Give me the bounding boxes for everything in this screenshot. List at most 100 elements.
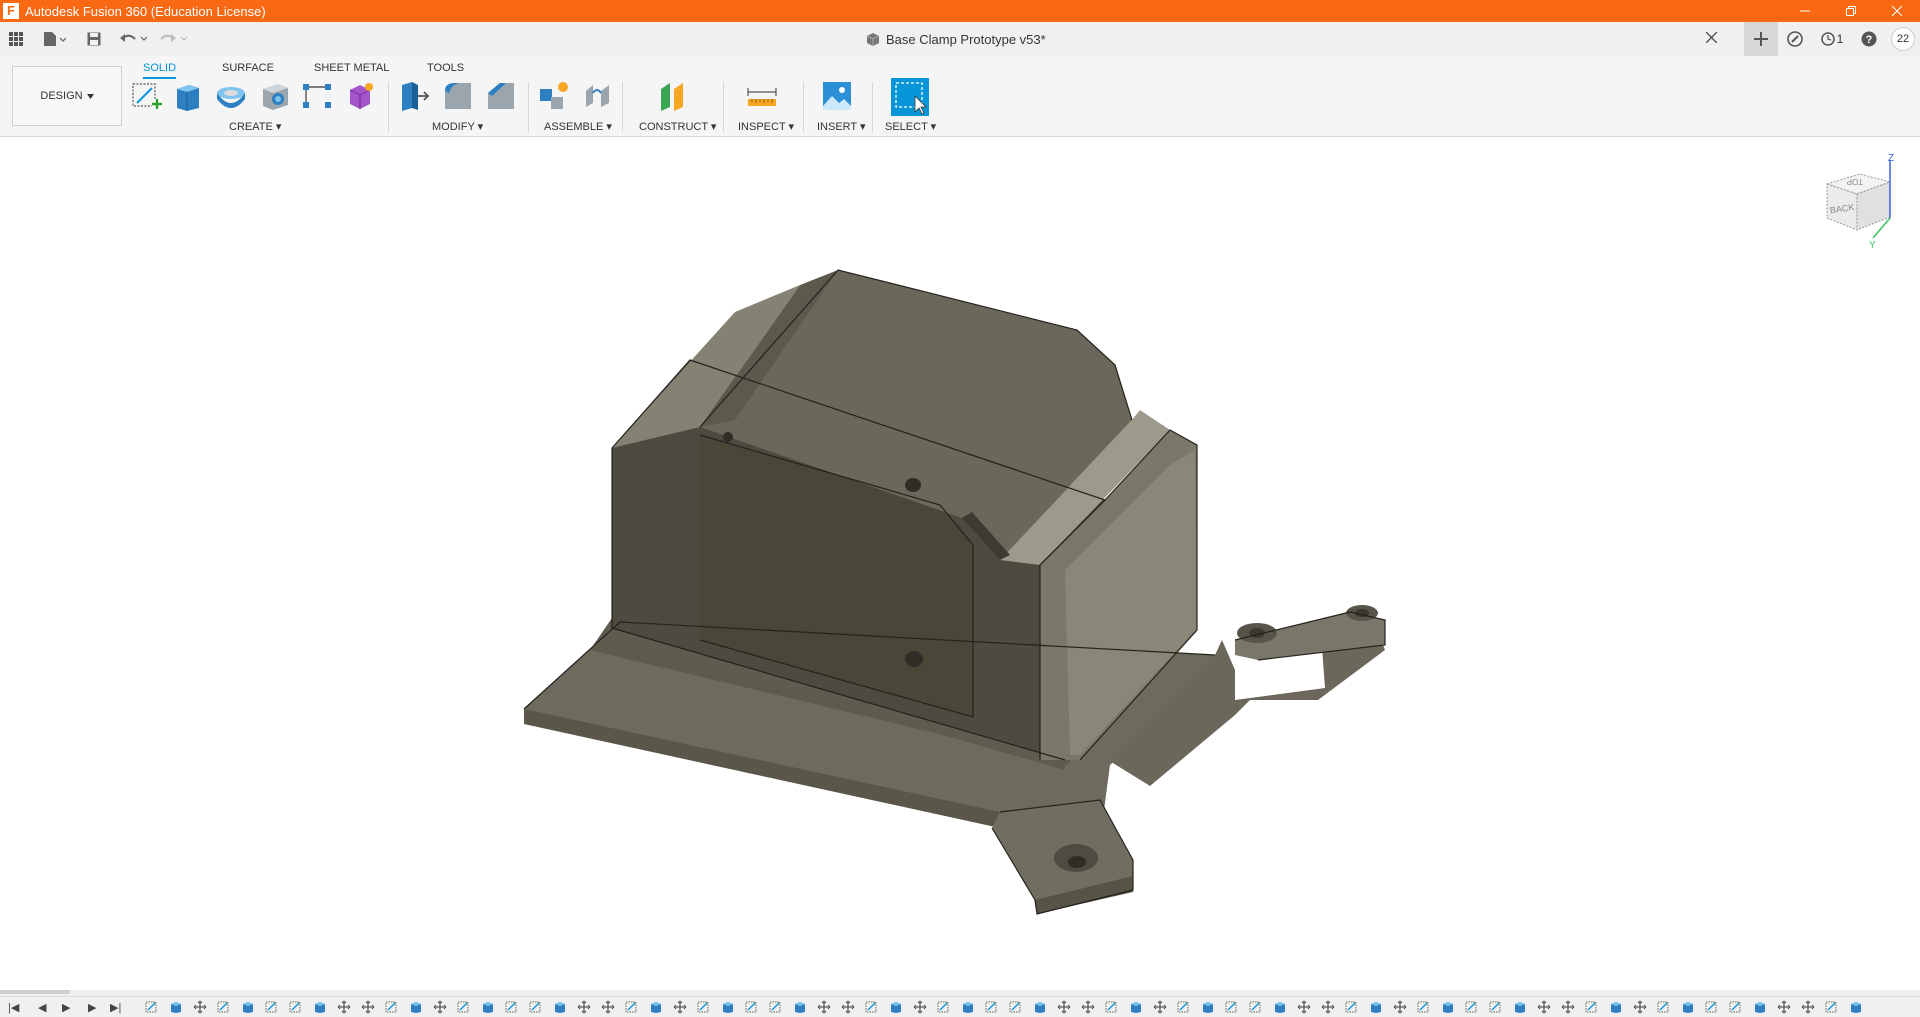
timeline-feature-extrude-icon[interactable] [409,1000,423,1014]
timeline-feature-extrude-icon[interactable] [649,1000,663,1014]
select-menu[interactable]: SELECT ▾ [885,120,936,133]
timeline-feature-extrude-icon[interactable] [241,1000,255,1014]
timeline-feature-move-icon[interactable] [1393,1000,1407,1014]
create-sketch-icon[interactable] [130,79,164,113]
timeline-play-button[interactable]: ▶ [62,1001,70,1014]
extensions-button[interactable] [1778,22,1812,56]
timeline-feature-move-icon[interactable] [1777,1000,1791,1014]
timeline-feature-move-icon[interactable] [1297,1000,1311,1014]
document-tab[interactable]: Base Clamp Prototype v53* [866,30,1046,48]
timeline-feature-sketch-icon[interactable] [937,1000,951,1014]
redo-button[interactable] [158,29,188,49]
timeline-feature-extrude-icon[interactable] [1753,1000,1767,1014]
timeline-feature-move-icon[interactable] [1561,1000,1575,1014]
timeline-feature-sketch-icon[interactable] [1825,1000,1839,1014]
timeline-step-forward-button[interactable]: ▶ [88,1001,96,1014]
timeline-feature-move-icon[interactable] [1801,1000,1815,1014]
timeline-feature-sketch-icon[interactable] [1105,1000,1119,1014]
timeline-feature-sketch-icon[interactable] [289,1000,303,1014]
timeline-feature-sketch-icon[interactable] [1705,1000,1719,1014]
insert-menu[interactable]: INSERT ▾ [817,120,866,133]
view-cube[interactable]: TOP BACK Z Y [1815,152,1905,252]
timeline-feature-extrude-icon[interactable] [553,1000,567,1014]
minimize-button[interactable] [1782,0,1828,22]
undo-button[interactable] [118,29,148,49]
extrude-icon[interactable] [171,79,205,113]
inspect-menu[interactable]: INSPECT ▾ [738,120,794,133]
3d-viewport[interactable]: TOP BACK Z Y [0,137,1920,990]
timeline-feature-sketch-icon[interactable] [1585,1000,1599,1014]
timeline-feature-sketch-icon[interactable] [1345,1000,1359,1014]
new-component-icon[interactable] [537,79,571,113]
timeline-feature-extrude-icon[interactable] [1369,1000,1383,1014]
close-window-button[interactable] [1874,0,1920,22]
new-tab-button[interactable] [1744,22,1778,56]
timeline-feature-move-icon[interactable] [913,1000,927,1014]
timeline-feature-sketch-icon[interactable] [385,1000,399,1014]
tab-solid[interactable]: SOLID [143,59,177,79]
tab-sheet-metal[interactable]: SHEET METAL [314,59,389,79]
offset-plane-icon[interactable] [656,79,690,113]
timeline-feature-extrude-icon[interactable] [1609,1000,1623,1014]
timeline-feature-move-icon[interactable] [361,1000,375,1014]
timeline-feature-move-icon[interactable] [817,1000,831,1014]
timeline-feature-move-icon[interactable] [1081,1000,1095,1014]
timeline-feature-extrude-icon[interactable] [1513,1000,1527,1014]
timeline-feature-extrude-icon[interactable] [481,1000,495,1014]
timeline-feature-move-icon[interactable] [1633,1000,1647,1014]
hole-icon[interactable] [258,79,292,113]
timeline-feature-sketch-icon[interactable] [529,1000,543,1014]
save-button[interactable] [84,29,104,49]
create-form-icon[interactable] [343,79,377,113]
timeline-feature-move-icon[interactable] [673,1000,687,1014]
timeline-feature-move-icon[interactable] [601,1000,615,1014]
timeline-feature-move-icon[interactable] [1057,1000,1071,1014]
timeline-feature-sketch-icon[interactable] [697,1000,711,1014]
file-menu-button[interactable] [38,29,70,49]
timeline-feature-move-icon[interactable] [1153,1000,1167,1014]
modify-menu[interactable]: MODIFY ▾ [432,120,483,133]
timeline-feature-sketch-icon[interactable] [1657,1000,1671,1014]
timeline-go-end-button[interactable]: ▶| [110,1001,121,1014]
timeline-feature-sketch-icon[interactable] [265,1000,279,1014]
timeline-feature-extrude-icon[interactable] [721,1000,735,1014]
timeline-feature-move-icon[interactable] [577,1000,591,1014]
timeline-feature-sketch-icon[interactable] [745,1000,759,1014]
timeline-feature-extrude-icon[interactable] [793,1000,807,1014]
timeline-feature-move-icon[interactable] [193,1000,207,1014]
timeline-feature-sketch-icon[interactable] [1225,1000,1239,1014]
assemble-menu[interactable]: ASSEMBLE ▾ [544,120,612,133]
timeline-feature-sketch-icon[interactable] [769,1000,783,1014]
restore-button[interactable] [1828,0,1874,22]
timeline-feature-move-icon[interactable] [433,1000,447,1014]
timeline-feature-extrude-icon[interactable] [1033,1000,1047,1014]
pattern-icon[interactable] [300,79,334,113]
tab-tools[interactable]: TOOLS [427,59,464,79]
timeline-feature-sketch-icon[interactable] [457,1000,471,1014]
timeline-feature-extrude-icon[interactable] [1681,1000,1695,1014]
tab-surface[interactable]: SURFACE [222,59,274,79]
timeline-feature-sketch-icon[interactable] [1489,1000,1503,1014]
timeline-feature-sketch-icon[interactable] [1009,1000,1023,1014]
timeline-feature-move-icon[interactable] [1321,1000,1335,1014]
timeline-feature-extrude-icon[interactable] [169,1000,183,1014]
create-menu[interactable]: CREATE ▾ [229,120,281,133]
timeline-feature-extrude-icon[interactable] [1849,1000,1863,1014]
joint-icon[interactable] [581,79,615,113]
timeline-feature-move-icon[interactable] [841,1000,855,1014]
press-pull-icon[interactable] [398,79,432,113]
workspace-switcher[interactable]: DESIGN [12,66,122,126]
timeline-feature-move-icon[interactable] [337,1000,351,1014]
base-clamp-model[interactable] [523,269,1386,915]
revolve-icon[interactable] [214,79,248,113]
insert-canvas-icon[interactable] [820,79,854,113]
timeline-feature-extrude-icon[interactable] [1129,1000,1143,1014]
job-status-button[interactable]: 1 [1812,22,1852,56]
timeline-feature-sketch-icon[interactable] [145,1000,159,1014]
timeline-feature-sketch-icon[interactable] [1177,1000,1191,1014]
timeline-feature-sketch-icon[interactable] [505,1000,519,1014]
timeline-step-back-button[interactable]: ◀ [38,1001,46,1014]
model-canvas[interactable] [0,137,1920,990]
timeline-feature-extrude-icon[interactable] [313,1000,327,1014]
construct-menu[interactable]: CONSTRUCT ▾ [639,120,716,133]
